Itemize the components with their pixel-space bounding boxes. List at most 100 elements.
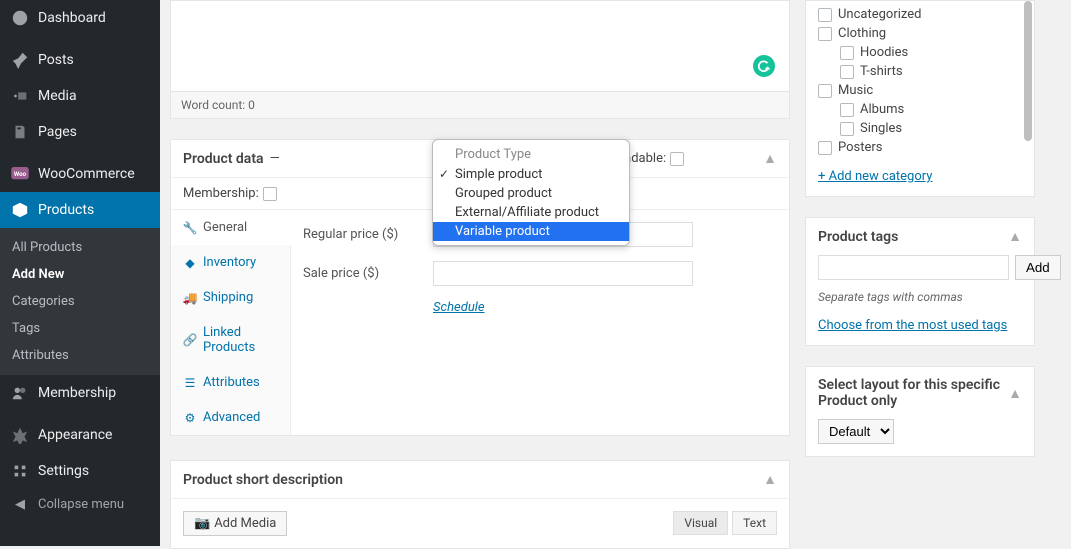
choose-tags-link[interactable]: Choose from the most used tags [818,318,1007,333]
category-checkbox[interactable] [840,46,854,60]
inventory-icon: ◆ [183,256,197,270]
product-type-dropdown[interactable]: Product Type Simple product Grouped prod… [432,139,630,246]
menu-media[interactable]: Media [0,78,160,114]
membership-checkbox[interactable] [263,187,277,201]
membership-icon [10,383,30,403]
main-content: Word count: 0 Product data — Virtual: Do… [160,0,800,546]
dropdown-option-simple[interactable]: Simple product [433,165,629,184]
menu-appearance[interactable]: Appearance [0,417,160,453]
category-checkbox[interactable] [840,65,854,79]
dashboard-icon [10,8,30,28]
membership-label: Membership: [183,186,259,201]
downloadable-checkbox[interactable] [670,152,684,166]
tab-attributes[interactable]: ☰ Attributes [171,365,290,400]
category-checkbox[interactable] [818,84,832,98]
category-item[interactable]: Hoodies [818,43,1022,62]
dropdown-option-external[interactable]: External/Affiliate product [433,203,629,222]
submenu-all-products[interactable]: All Products [0,234,160,261]
camera-icon: 📷 [194,516,210,531]
svg-text:Woo: Woo [14,171,27,178]
category-checkbox[interactable] [818,8,832,22]
panel-toggle[interactable]: ▲ [763,150,777,167]
editor-status-bar: Word count: 0 [170,92,790,119]
menu-label: WooCommerce [38,166,135,182]
category-label: Uncategorized [838,7,921,22]
category-label: Music [838,83,873,98]
category-label: Clothing [838,26,886,41]
category-label: Albums [860,102,904,117]
submenu-attributes[interactable]: Attributes [0,342,160,369]
panel-toggle[interactable]: ▲ [1008,228,1022,245]
menu-label: Posts [38,52,74,68]
meta-sidebar: Uncategorized Clothing Hoodies T-shirts … [805,0,1035,546]
add-media-label: Add Media [214,516,276,531]
tab-label: Attributes [203,375,260,390]
appearance-icon [10,425,30,445]
add-media-button[interactable]: 📷 Add Media [183,511,287,536]
category-item[interactable]: Uncategorized [818,5,1022,24]
menu-products[interactable]: Products [0,192,160,228]
collapse-menu[interactable]: ◀Collapse menu [0,489,160,520]
sale-price-input[interactable] [433,261,693,286]
submenu-add-new[interactable]: Add New [0,261,160,288]
menu-label: Membership [38,385,116,401]
menu-membership[interactable]: Membership [0,375,160,411]
tab-general[interactable]: 🔧General [171,210,291,245]
category-label: T-shirts [860,64,903,79]
category-checkbox[interactable] [840,122,854,136]
menu-label: Appearance [38,427,112,443]
product-data-title: Product data [183,151,264,167]
tags-hint: Separate tags with commas [818,290,1022,304]
dropdown-option-grouped[interactable]: Grouped product [433,184,629,203]
grammarly-icon[interactable] [753,55,775,77]
category-checkbox[interactable] [818,27,832,41]
dropdown-option-variable[interactable]: Variable product [433,222,629,241]
category-checkbox[interactable] [840,103,854,117]
gear-icon: ⚙ [183,411,197,425]
visual-tab[interactable]: Visual [673,511,728,535]
panel-toggle[interactable]: ▲ [763,471,777,488]
menu-dashboard[interactable]: Dashboard [0,0,160,36]
schedule-link[interactable]: Schedule [433,300,485,315]
category-item[interactable]: Singles [818,119,1022,138]
word-count: Word count: 0 [181,98,255,112]
category-item[interactable]: Albums [818,100,1022,119]
scrollbar[interactable] [1024,1,1032,141]
add-tag-button[interactable]: Add [1015,255,1061,280]
scrollbar-thumb[interactable] [1024,1,1032,141]
tab-shipping[interactable]: 🚚Shipping [171,280,290,315]
collapse-label: Collapse menu [38,497,124,512]
layout-box: Select layout for this specific Product … [805,366,1035,457]
content-editor[interactable] [170,0,790,92]
menu-label: Pages [38,124,77,140]
tab-label: Advanced [203,410,260,425]
category-label: Hoodies [860,45,908,60]
menu-label: Media [38,88,77,104]
panel-toggle[interactable]: ▲ [1008,385,1022,402]
menu-posts[interactable]: Posts [0,42,160,78]
admin-sidebar: Dashboard Posts Media Pages Woo WooCommer… [0,0,160,546]
category-item[interactable]: Clothing [818,24,1022,43]
category-item[interactable]: Posters [818,138,1022,157]
tab-label: General [203,220,247,235]
dash: — [270,151,280,166]
menu-label: Products [38,202,94,218]
list-icon: ☰ [183,376,197,390]
short-desc-title: Product short description [183,472,343,488]
menu-woocommerce[interactable]: Woo WooCommerce [0,156,160,192]
tags-input[interactable] [818,255,1009,280]
tab-advanced[interactable]: ⚙ Advanced [171,400,290,435]
layout-select[interactable]: Default [818,419,894,444]
category-item[interactable]: Music [818,81,1022,100]
tab-linked-products[interactable]: 🔗Linked Products [171,315,290,365]
submenu-categories[interactable]: Categories [0,288,160,315]
category-item[interactable]: T-shirts [818,62,1022,81]
add-new-category-link[interactable]: + Add new category [818,169,932,184]
category-checkbox[interactable] [818,141,832,155]
text-tab[interactable]: Text [732,511,777,535]
menu-pages[interactable]: Pages [0,114,160,150]
submenu-tags[interactable]: Tags [0,315,160,342]
tab-inventory[interactable]: ◆Inventory [171,245,290,280]
menu-settings[interactable]: Settings [0,453,160,489]
settings-icon [10,461,30,481]
